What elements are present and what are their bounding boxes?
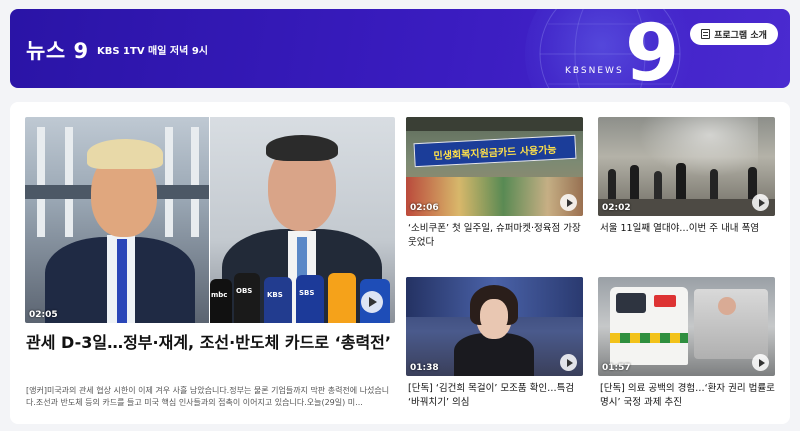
story-thumbnail-2[interactable]: 02:02	[598, 117, 775, 216]
mic-label-sbs: SBS	[299, 289, 315, 297]
main-story-summary[interactable]: [앵커]미국과의 관세 협상 시한이 이제 겨우 사흘 남았습니다.정부는 물론…	[26, 385, 396, 409]
main-story-headline[interactable]: 관세 D-3일…정부·재계, 조선·반도체 카드로 ‘총력전’	[26, 332, 396, 354]
program-intro-button[interactable]: 프로그램 소개	[690, 23, 778, 45]
play-icon[interactable]	[752, 194, 769, 211]
program-title: 뉴스 9	[26, 39, 89, 63]
story-thumbnail-1[interactable]: 민생회복지원금카드 사용가능 02:06	[406, 117, 583, 216]
story-headline-1[interactable]: ‘소비쿠폰’ 첫 일주일, 슈퍼마켓·정육점 가장 웃었다	[408, 222, 584, 250]
mic-label-mbc: mbc	[211, 291, 228, 299]
play-icon[interactable]	[752, 354, 769, 371]
story-thumbnail-4[interactable]: 01:57	[598, 277, 775, 376]
program-banner: 뉴스 9 KBS 1TV 매일 저녁 9시 KBSNEWS 9 프로그램 소개	[10, 9, 790, 88]
story-thumbnail-3[interactable]: 01:38	[406, 277, 583, 376]
story-headline-4[interactable]: [단독] 의료 공백의 경험…‘환자 권리 법률로 명시’ 국정 과제 추진	[600, 382, 776, 410]
story-headline-2[interactable]: 서울 11일째 열대야…이번 주 내내 폭염	[600, 222, 776, 236]
store-banner-sign: 민생회복지원금카드 사용가능	[413, 134, 577, 168]
video-duration: 02:06	[410, 203, 439, 213]
ambulance-graphic	[610, 287, 688, 365]
video-duration: 02:02	[602, 203, 631, 213]
play-icon[interactable]	[560, 354, 577, 371]
store-banner-text: 민생회복지원금카드 사용가능	[433, 144, 557, 162]
news-grid: mbc OBS KBS SBS 02:05 관세 D-3일…정부·재계, 조선·…	[10, 102, 790, 424]
play-icon[interactable]	[560, 194, 577, 211]
video-duration: 02:05	[29, 310, 58, 320]
white-house-scene	[25, 117, 209, 323]
news9-logo: 9	[625, 9, 680, 88]
video-duration: 01:38	[410, 363, 439, 373]
program-intro-label: 프로그램 소개	[714, 30, 767, 41]
main-story-thumbnail[interactable]: mbc OBS KBS SBS 02:05	[25, 117, 395, 323]
mic-label-kbs: KBS	[267, 291, 283, 299]
play-icon[interactable]	[361, 291, 383, 313]
video-duration: 01:57	[602, 363, 631, 373]
story-headline-3[interactable]: [단독] ‘김건희 목걸이’ 모조품 확인…특검 ‘바꿔치기’ 의심	[408, 382, 584, 410]
mic-label-obs: OBS	[236, 287, 253, 295]
document-icon	[701, 29, 711, 39]
kbsnews-logo: KBSNEWS	[565, 66, 624, 76]
program-schedule: KBS 1TV 매일 저녁 9시	[97, 46, 208, 57]
